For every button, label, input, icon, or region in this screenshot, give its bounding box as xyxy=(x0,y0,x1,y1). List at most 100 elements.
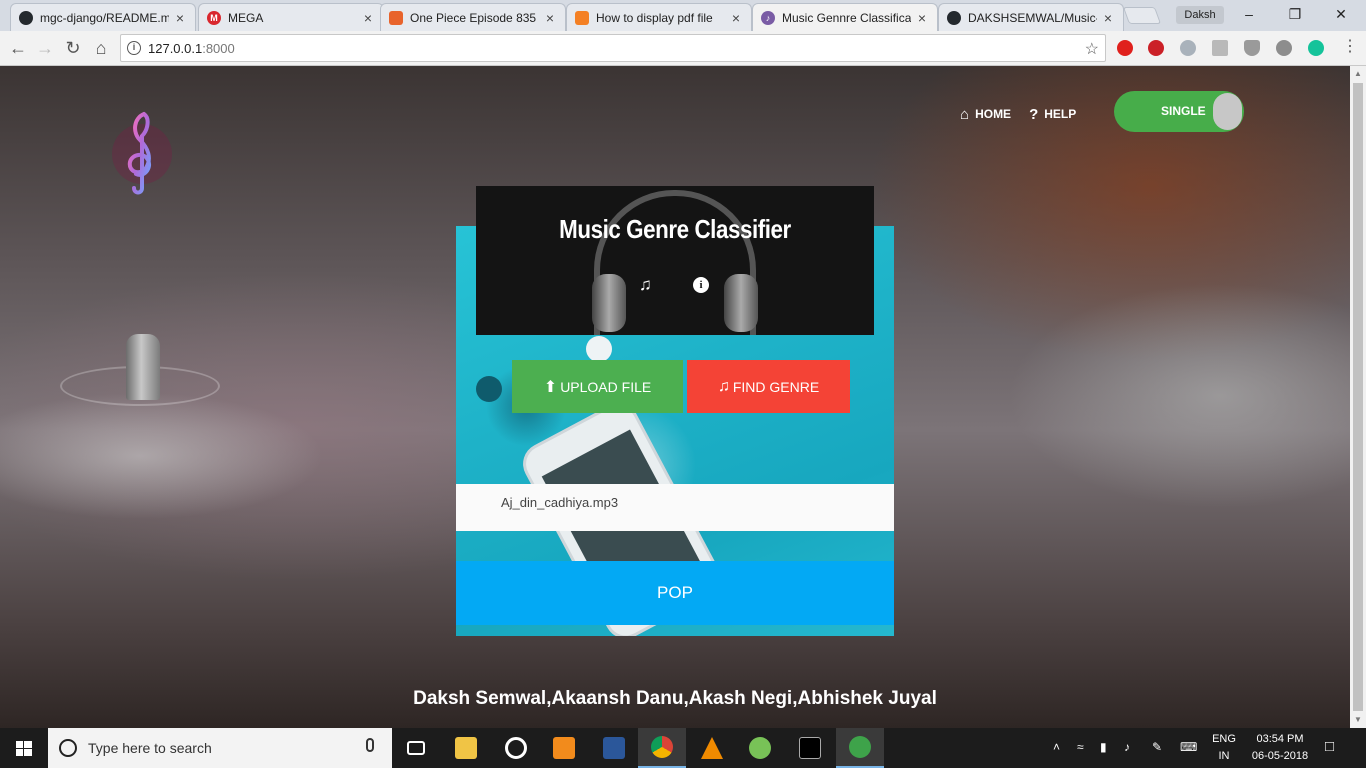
pdf-extension-icon[interactable] xyxy=(1212,40,1228,56)
info-icon[interactable]: i xyxy=(127,41,141,55)
scroll-down-icon[interactable]: ▼ xyxy=(1350,712,1366,728)
pen-icon[interactable]: ✎ xyxy=(1152,740,1162,754)
tab-title: DAKSHSEMWAL/Music- xyxy=(968,10,1097,25)
keyboard-icon[interactable]: ⌨ xyxy=(1180,740,1197,754)
shield-extension-icon[interactable] xyxy=(1244,40,1260,56)
genre-result: POP xyxy=(456,561,894,625)
tab-title: One Piece Episode 835 xyxy=(410,10,537,25)
turntable-spindle-decoration xyxy=(126,334,160,400)
wifi-icon[interactable]: ≈ xyxy=(1077,740,1084,754)
tab-mega[interactable]: M MEGA × xyxy=(198,3,384,31)
browser-toolbar: ← → ↻ ⌂ i 127.0.0.1:8000 ☆ ⋮ xyxy=(0,31,1366,66)
opera-extension-icon[interactable] xyxy=(1117,40,1133,56)
tab-one-piece[interactable]: One Piece Episode 835 × xyxy=(380,3,566,31)
tab-title: mgc-django/README.m xyxy=(40,10,169,25)
profile-button[interactable]: Daksh xyxy=(1176,6,1224,24)
sublime-text-icon[interactable] xyxy=(540,728,588,768)
toggle-label: SINGLE xyxy=(1161,104,1206,118)
close-tab-icon[interactable]: × xyxy=(1101,11,1115,25)
reload-icon[interactable]: ↻ xyxy=(60,35,86,61)
show-hidden-icons-icon[interactable]: ˄ xyxy=(1053,740,1060,754)
mode-toggle[interactable]: SINGLE xyxy=(1114,91,1244,132)
music-note-icon: ♫ xyxy=(717,377,730,395)
upload-icon: ⬆ xyxy=(543,378,558,396)
close-tab-icon[interactable]: × xyxy=(543,11,557,25)
music-icon: ♪ xyxy=(761,11,775,25)
region-code: IN xyxy=(1218,750,1230,762)
cloud-extension-icon[interactable] xyxy=(1276,40,1292,56)
find-genre-button[interactable]: ♫ FIND GENRE xyxy=(687,360,850,413)
android-studio-icon[interactable] xyxy=(736,728,784,768)
back-icon[interactable]: ← xyxy=(5,35,31,61)
minimize-icon[interactable]: – xyxy=(1226,0,1272,28)
scroll-up-icon[interactable]: ▲ xyxy=(1350,66,1366,82)
microphone-icon[interactable] xyxy=(366,738,374,752)
upload-file-label: UPLOAD FILE xyxy=(560,378,652,395)
headphone-cup-decoration xyxy=(592,274,626,332)
url-text: 127.0.0.1:8000 xyxy=(148,41,235,56)
bookmark-star-icon[interactable]: ☆ xyxy=(1085,39,1099,59)
taskbar-search[interactable]: Type here to search xyxy=(48,728,392,768)
earbud-decoration xyxy=(586,336,612,362)
clock[interactable]: 03:54 PM 06-05-2018 xyxy=(1246,731,1314,765)
authors-footer: Daksh Semwal,Akaansh Danu,Akash Negi,Abh… xyxy=(413,688,937,709)
skype-extension-icon[interactable] xyxy=(1180,40,1196,56)
cortana-icon xyxy=(59,739,77,757)
tab-title: Music Gennre Classifica xyxy=(782,11,911,25)
treble-clef-logo[interactable] xyxy=(108,108,176,196)
top-nav: ⌂ HOME ? HELP xyxy=(960,104,1094,124)
stackoverflow-icon xyxy=(575,10,589,25)
nav-help[interactable]: ? HELP xyxy=(1029,104,1076,124)
menu-kebab-icon[interactable]: ⋮ xyxy=(1342,39,1358,55)
close-tab-icon[interactable]: × xyxy=(729,11,743,25)
close-window-icon[interactable]: ✕ xyxy=(1318,0,1364,28)
close-tab-icon[interactable]: × xyxy=(173,11,187,25)
language-indicator[interactable]: ENG IN xyxy=(1206,731,1242,765)
home-icon[interactable]: ⌂ xyxy=(88,35,114,61)
forward-icon[interactable]: → xyxy=(32,35,58,61)
volume-muted-icon[interactable]: ♪ xyxy=(1124,740,1130,754)
tab-display-pdf[interactable]: How to display pdf file × xyxy=(566,3,752,31)
clock-time: 03:54 PM xyxy=(1256,733,1304,745)
battery-icon[interactable]: ▮ xyxy=(1100,740,1107,754)
page-icon xyxy=(389,10,403,25)
selected-file-field[interactable]: Aj_din_cadhiya.mp3 xyxy=(456,484,894,531)
vlc-icon[interactable] xyxy=(688,728,736,768)
tab-music-genre-classifier[interactable]: ♪ Music Gennre Classifica × xyxy=(752,3,938,32)
toggle-knob[interactable] xyxy=(1213,93,1242,130)
windows-start-icon[interactable] xyxy=(0,728,48,768)
scrollbar-thumb[interactable] xyxy=(1353,83,1363,711)
language-code: ENG xyxy=(1212,733,1236,745)
title-panel: Music Genre Classifier ♫ i xyxy=(476,186,874,335)
close-tab-icon[interactable]: × xyxy=(915,11,929,25)
clock-date: 06-05-2018 xyxy=(1251,750,1309,762)
tab-dakshsemwal-music[interactable]: DAKSHSEMWAL/Music- × xyxy=(938,3,1124,31)
grammarly-extension-icon[interactable] xyxy=(1308,40,1324,56)
page-scrollbar[interactable]: ▲ ▼ xyxy=(1350,66,1366,728)
chrome-icon[interactable] xyxy=(638,728,686,768)
command-prompt-icon[interactable] xyxy=(786,728,834,768)
search-placeholder: Type here to search xyxy=(88,740,212,756)
info-icon[interactable]: i xyxy=(693,277,709,293)
task-view-icon[interactable] xyxy=(392,728,440,768)
restore-icon[interactable]: ❐ xyxy=(1272,0,1318,28)
music-note-icon[interactable]: ♫ xyxy=(639,275,652,295)
browser-tab-strip: mgc-django/README.m × M MEGA × One Piece… xyxy=(0,0,1366,32)
address-bar[interactable]: i 127.0.0.1:8000 ☆ xyxy=(120,34,1106,62)
new-tab-button[interactable] xyxy=(1122,7,1162,24)
nav-help-label: HELP xyxy=(1044,107,1077,121)
page-viewport: ⌂ HOME ? HELP SINGLE Music Genre Classif… xyxy=(0,66,1350,728)
close-tab-icon[interactable]: × xyxy=(361,11,375,25)
url-port: :8000 xyxy=(202,41,235,56)
pinterest-extension-icon[interactable] xyxy=(1148,40,1164,56)
tab-mgc-django-readme[interactable]: mgc-django/README.m × xyxy=(10,3,196,31)
find-genre-label: FIND GENRE xyxy=(732,378,820,395)
nav-home[interactable]: ⌂ HOME xyxy=(960,104,1011,124)
headphone-cup-decoration xyxy=(724,274,758,332)
word-icon[interactable] xyxy=(590,728,638,768)
groove-music-icon[interactable] xyxy=(492,728,540,768)
file-explorer-icon[interactable] xyxy=(442,728,490,768)
upload-file-button[interactable]: ⬆ UPLOAD FILE xyxy=(512,360,683,413)
action-center-icon[interactable]: □ xyxy=(1325,738,1334,755)
network-app-icon[interactable] xyxy=(836,728,884,768)
